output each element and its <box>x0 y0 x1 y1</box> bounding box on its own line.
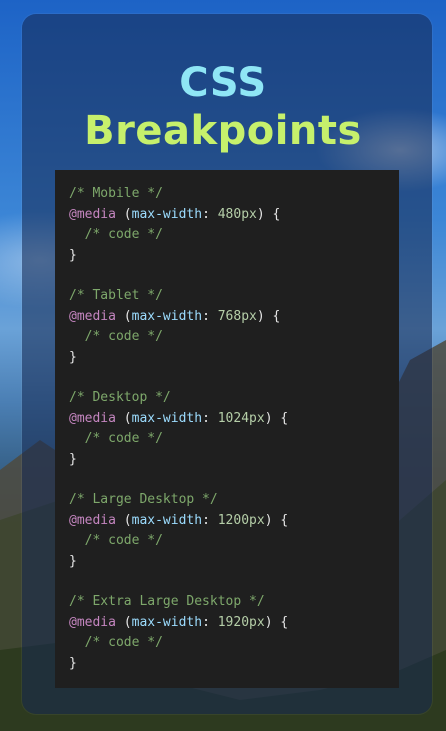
property-name: max-width <box>131 206 203 222</box>
code-comment: /* Desktop */ <box>69 390 171 405</box>
breakpoint-block-large-desktop: /* Large Desktop */ @media (max-width: 1… <box>69 490 399 572</box>
brace-close: } <box>69 349 77 365</box>
paren-open: ( <box>115 410 132 426</box>
page-title-css: CSS <box>179 60 267 106</box>
brace-open: ) { <box>264 512 289 528</box>
media-query-line: @media (max-width: 1200px) { <box>69 511 399 532</box>
breakpoint-value: 768px <box>217 308 257 324</box>
brace-close: } <box>69 247 77 263</box>
code-comment-line: /* Tablet */ <box>69 286 399 307</box>
property-name: max-width <box>131 512 203 528</box>
brace-open: ) { <box>256 308 281 324</box>
code-comment-line: /* Large Desktop */ <box>69 490 399 511</box>
code-inner-comment: /* code */ <box>69 227 163 242</box>
code-inner-comment: /* code */ <box>69 635 163 650</box>
media-keyword: @media <box>69 614 116 630</box>
brace-close: } <box>69 451 77 467</box>
paren-open: ( <box>115 206 132 222</box>
breakpoint-value: 1200px <box>217 512 265 528</box>
code-comment-line: /* Extra Large Desktop */ <box>69 592 399 613</box>
media-keyword: @media <box>69 410 116 426</box>
property-name: max-width <box>131 614 203 630</box>
colon-separator: : <box>202 512 218 528</box>
brace-open: ) { <box>256 206 281 222</box>
code-comment: /* Extra Large Desktop */ <box>69 594 265 609</box>
code-comment: /* Mobile */ <box>69 186 163 201</box>
brace-open: ) { <box>264 614 289 630</box>
media-keyword: @media <box>69 308 116 324</box>
code-inner-comment: /* code */ <box>69 329 163 344</box>
breakpoint-value: 1920px <box>217 614 265 630</box>
code-comment: /* Tablet */ <box>69 288 163 303</box>
colon-separator: : <box>202 206 218 222</box>
code-inner-comment: /* code */ <box>69 431 163 446</box>
breakpoint-value: 1024px <box>217 410 265 426</box>
code-comment-line: /* Mobile */ <box>69 184 399 205</box>
media-query-line: @media (max-width: 1920px) { <box>69 613 399 634</box>
breakpoint-block-extra-large-desktop: /* Extra Large Desktop */ @media (max-wi… <box>69 592 399 674</box>
breakpoint-block-desktop: /* Desktop */ @media (max-width: 1024px)… <box>69 388 399 470</box>
brace-close: } <box>69 553 77 569</box>
property-name: max-width <box>131 410 203 426</box>
breakpoint-value: 480px <box>217 206 257 222</box>
property-name: max-width <box>131 308 203 324</box>
breakpoint-block-mobile: /* Mobile */ @media (max-width: 480px) {… <box>69 184 399 266</box>
colon-separator: : <box>202 614 218 630</box>
code-comment: /* Large Desktop */ <box>69 492 218 507</box>
colon-separator: : <box>202 410 218 426</box>
code-inner-comment: /* code */ <box>69 533 163 548</box>
paren-open: ( <box>115 614 132 630</box>
code-comment-line: /* Desktop */ <box>69 388 399 409</box>
colon-separator: : <box>202 308 218 324</box>
media-query-line: @media (max-width: 480px) { <box>69 205 399 226</box>
paren-open: ( <box>115 512 132 528</box>
brace-close: } <box>69 655 77 671</box>
media-keyword: @media <box>69 512 116 528</box>
media-query-line: @media (max-width: 768px) { <box>69 307 399 328</box>
brace-open: ) { <box>264 410 289 426</box>
page-title-breakpoints: Breakpoints <box>84 108 362 154</box>
media-keyword: @media <box>69 206 116 222</box>
media-query-line: @media (max-width: 1024px) { <box>69 409 399 430</box>
code-block: /* Mobile */ @media (max-width: 480px) {… <box>55 170 399 688</box>
breakpoint-block-tablet: /* Tablet */ @media (max-width: 768px) {… <box>69 286 399 368</box>
paren-open: ( <box>115 308 132 324</box>
